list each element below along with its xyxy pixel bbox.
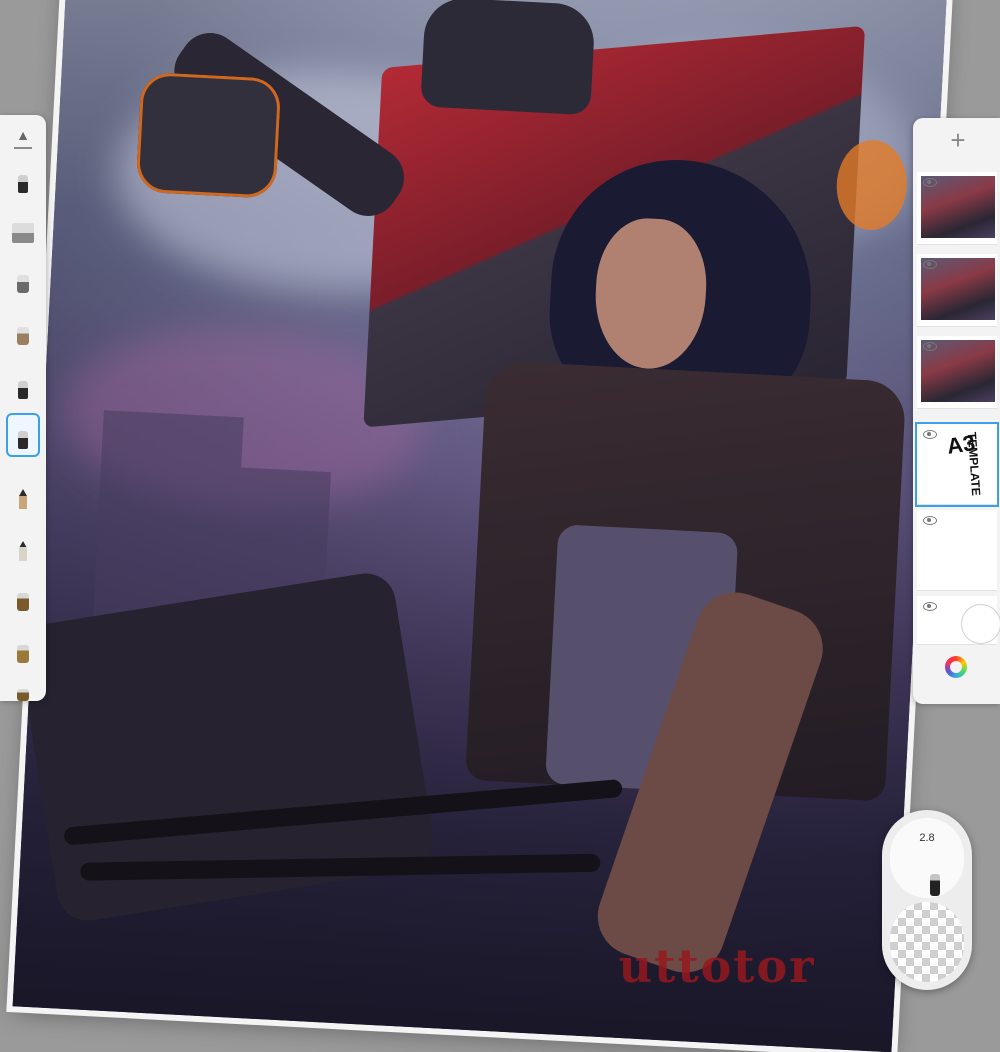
eye-icon[interactable]: [923, 260, 937, 269]
brush-size-control[interactable]: 2.8: [890, 818, 964, 898]
brush-pot-2[interactable]: [8, 629, 38, 669]
brush-ink-pen[interactable]: [8, 159, 38, 199]
brush-puck[interactable]: 2.8: [882, 810, 972, 990]
eye-icon[interactable]: [923, 516, 937, 525]
artist-signature: uttotor: [618, 939, 816, 994]
brush-paint[interactable]: [8, 259, 38, 299]
brush-flat-marker[interactable]: [8, 209, 38, 249]
eye-icon[interactable]: [923, 178, 937, 187]
color-wheel-icon[interactable]: [945, 656, 967, 678]
brush-pencil-2[interactable]: [8, 527, 38, 567]
brush-size-value: 2.8: [919, 832, 935, 844]
mech-head: [420, 0, 596, 116]
brush-pot-3[interactable]: [8, 667, 38, 707]
layer-template[interactable]: A3 TEMPLATE: [915, 422, 999, 507]
eye-icon[interactable]: [923, 342, 937, 351]
eye-icon[interactable]: [923, 430, 937, 439]
brush-paint-2[interactable]: [8, 311, 38, 351]
collapse-arrow-icon[interactable]: ▲: [12, 125, 34, 149]
layers-panel: + A3 TEMPLATE: [913, 118, 1000, 704]
layer-1[interactable]: [917, 172, 997, 245]
background-color-swatch[interactable]: [961, 604, 1000, 644]
mech-fist: [135, 71, 282, 199]
brush-solid-selected[interactable]: [6, 413, 40, 457]
layer-2[interactable]: [917, 254, 997, 327]
current-brush-icon: [930, 874, 940, 896]
add-layer-button[interactable]: +: [943, 126, 973, 156]
brush-library: ▲: [0, 115, 46, 701]
opacity-control[interactable]: [890, 902, 964, 982]
layer-background[interactable]: [917, 596, 1000, 645]
drawing-canvas[interactable]: uttotor: [12, 0, 948, 1052]
template-sublabel: TEMPLATE: [964, 431, 984, 497]
layer-3[interactable]: [917, 336, 997, 409]
brush-solid[interactable]: [8, 365, 38, 405]
brush-pot[interactable]: [8, 577, 38, 617]
eye-icon[interactable]: [923, 602, 937, 611]
brush-pencil[interactable]: [8, 475, 38, 515]
layer-empty[interactable]: [917, 510, 997, 591]
